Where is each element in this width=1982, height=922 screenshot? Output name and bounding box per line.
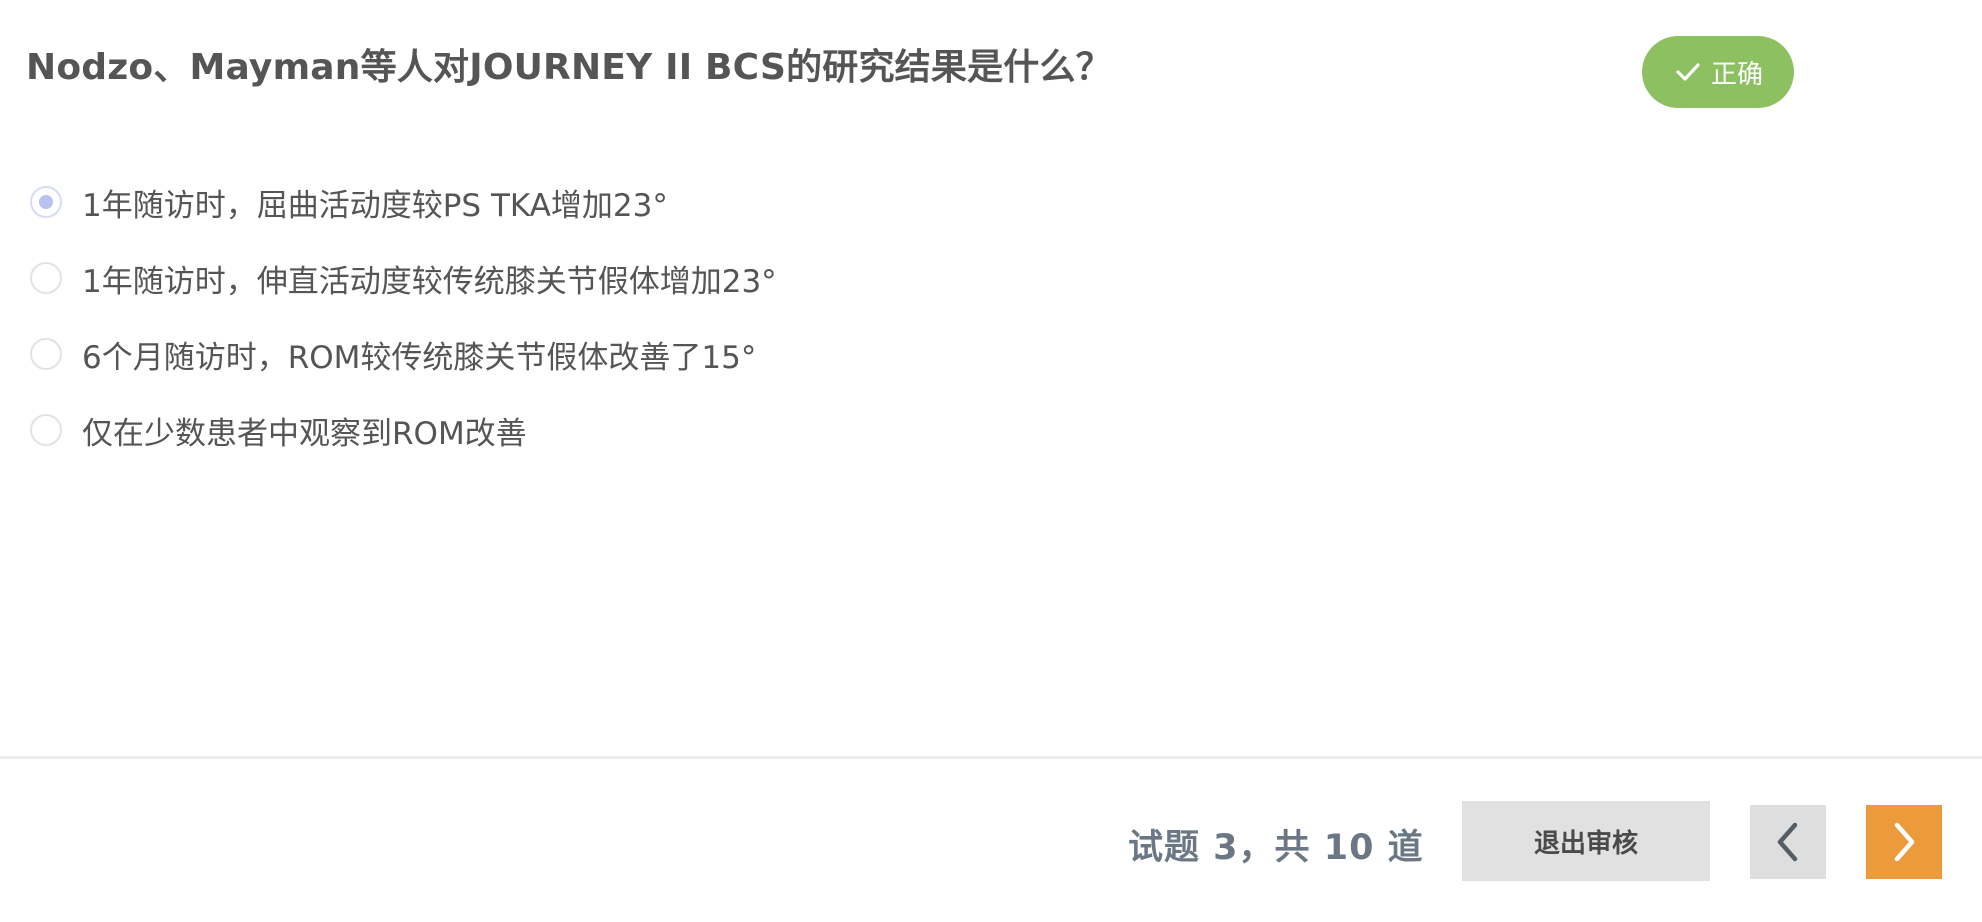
chevron-right-icon: [1894, 822, 1915, 862]
question-progress: 试题 3，共 10 道: [1128, 828, 1424, 868]
option-label: 6个月随访时，ROM较传统膝关节假体改善了15°: [82, 339, 757, 376]
chevron-left-icon: [1777, 822, 1798, 862]
radio-button[interactable]: [30, 338, 62, 370]
option-label: 1年随访时，伸直活动度较传统膝关节假体增加23°: [82, 263, 777, 300]
check-icon: [1676, 63, 1700, 81]
quiz-review-page: Nodzo、Mayman等人对JOURNEY II BCS的研究结果是什么？ 正…: [0, 0, 1982, 922]
next-question-button[interactable]: [1866, 805, 1942, 879]
result-label: 正确: [1710, 59, 1763, 90]
option-label: 1年随访时，屈曲活动度较PS TKA增加23°: [82, 187, 668, 224]
radio-button[interactable]: [30, 414, 62, 446]
answer-options: 1年随访时，屈曲活动度较PS TKA增加23° 1年随访时，伸直活动度较传统膝关…: [30, 164, 777, 468]
previous-question-button[interactable]: [1750, 805, 1826, 879]
answer-option[interactable]: 6个月随访时，ROM较传统膝关节假体改善了15°: [30, 316, 777, 392]
exit-review-button[interactable]: 退出审核: [1462, 801, 1710, 881]
answer-option[interactable]: 1年随访时，伸直活动度较传统膝关节假体增加23°: [30, 240, 777, 316]
option-label: 仅在少数患者中观察到ROM改善: [82, 415, 527, 452]
radio-button[interactable]: [30, 262, 62, 294]
footer-bar: 试题 3，共 10 道 退出审核: [0, 759, 1982, 922]
result-badge: 正确: [1642, 36, 1794, 108]
question-title: Nodzo、Mayman等人对JOURNEY II BCS的研究结果是什么？: [26, 47, 1112, 88]
radio-button-selected[interactable]: [30, 186, 62, 218]
answer-option[interactable]: 1年随访时，屈曲活动度较PS TKA增加23°: [30, 164, 777, 240]
answer-option[interactable]: 仅在少数患者中观察到ROM改善: [30, 392, 777, 468]
